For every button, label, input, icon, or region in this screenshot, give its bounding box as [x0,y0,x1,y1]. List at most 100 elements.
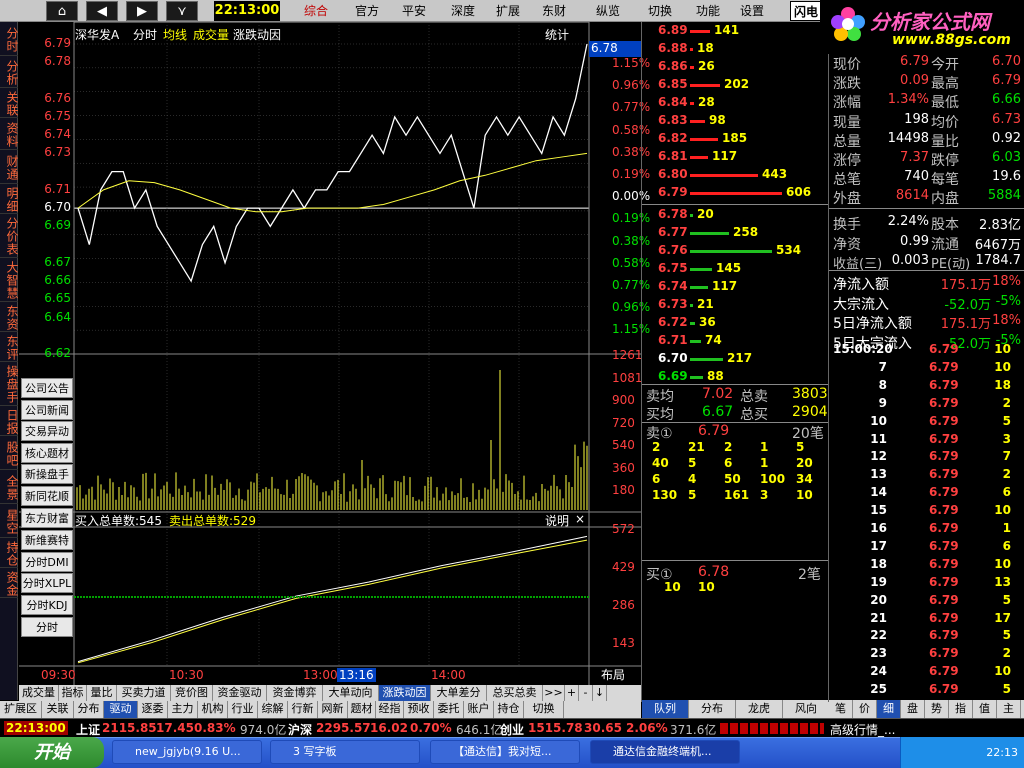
advanced-quote-button[interactable]: 高级行情_... [830,721,895,738]
leftnav-item-0[interactable]: 分时 [0,22,19,56]
indicator-tab-11[interactable]: >> [543,685,565,701]
tick-tab-5[interactable]: 指 [949,700,973,718]
leftnav-item-14[interactable]: 星空 [0,504,19,538]
indicator-tab-2[interactable]: 量比 [87,685,117,701]
side-button-0[interactable]: 公司公告 [21,378,73,398]
leftnav-item-16[interactable]: 资金 [0,568,19,598]
ext-tab-8[interactable]: 综解 [258,701,288,718]
ext-tab-15[interactable]: 账户 [464,701,494,718]
menu-gongneng[interactable]: 功能 [688,1,728,21]
orderbook-tab-3[interactable]: 风向 [783,700,830,718]
stat-button[interactable]: 统计 [545,26,569,43]
indicator-tab-13[interactable]: - [579,685,593,701]
sell-row[interactable]: 6.79 606 [642,184,829,202]
menu-shezhi[interactable]: 设置 [732,1,772,21]
task-folder[interactable]: new_jgjyb(9.16 U... [112,740,262,764]
leftnav-item-3[interactable]: 资料 [0,118,19,150]
side-button-2[interactable]: 交易异动 [21,421,73,441]
tick-tab-7[interactable]: 主 [997,700,1021,718]
flash-trade-button[interactable]: 闪电 [790,1,822,21]
menu-qiehuan[interactable]: 切换 [640,1,680,21]
side-button-5[interactable]: 新同花顺 [21,486,73,506]
menu-zonghe[interactable]: 综合 [292,1,340,21]
home-button[interactable]: ⌂ [46,1,78,21]
leftnav-item-7[interactable]: 大智慧 [0,258,19,302]
side-button-7[interactable]: 新维赛特 [21,530,73,550]
ext-tab-2[interactable]: 分布 [74,701,104,718]
tick-tab-3[interactable]: 盘 [901,700,925,718]
indicator-tab-1[interactable]: 指标 [59,685,87,701]
layout-button[interactable]: 布局 [601,666,625,683]
ext-tab-0[interactable]: 扩展区 [0,701,42,718]
ext-tab-1[interactable]: 关联 [42,701,74,718]
leftnav-item-4[interactable]: 财通 [0,150,19,184]
buy-row[interactable]: 6.75 145 [642,260,829,278]
tick-tab-6[interactable]: 值 [973,700,997,718]
indicator-tab-0[interactable]: 成交量 [19,685,59,701]
buy-row[interactable]: 6.74 117 [642,278,829,296]
menu-zonglan[interactable]: 纵览 [588,1,628,21]
ext-tab-10[interactable]: 网新 [318,701,348,718]
side-button-8[interactable]: 分时DMI [21,552,73,572]
tick-tab-2[interactable]: 细 [877,700,901,718]
leftnav-item-1[interactable]: 分析 [0,56,19,88]
buy-row[interactable]: 6.77 258 [642,224,829,242]
ext-tab-5[interactable]: 主力 [168,701,198,718]
ext-tab-4[interactable]: 逐委 [138,701,168,718]
explain-button[interactable]: 说明 [545,512,569,529]
orderbook-tab-1[interactable]: 分布 [689,700,736,718]
ext-tab-14[interactable]: 委托 [434,701,464,718]
tick-tab-1[interactable]: 价 [853,700,877,718]
leftnav-item-15[interactable]: 持仓 [0,538,19,568]
ext-tab-9[interactable]: 行新 [288,701,318,718]
back-button[interactable]: ◀ [86,1,118,21]
sell-row[interactable]: 6.88 18 [642,40,829,58]
sell-row[interactable]: 6.80 443 [642,166,829,184]
buy-row[interactable]: 6.71 74 [642,332,829,350]
leftnav-item-8[interactable]: 东资 [0,302,19,332]
menu-pingan[interactable]: 平安 [394,1,434,21]
orderbook-tab-0[interactable]: 队列 [642,700,689,718]
ext-tab-16[interactable]: 持仓 [494,701,524,718]
side-button-9[interactable]: 分时XLPL [21,573,73,593]
leftnav-item-12[interactable]: 股吧 [0,436,19,470]
ext-tab-17[interactable]: 切换 [524,701,564,718]
task-wordpad[interactable]: 3 写字板 [270,740,420,764]
side-button-6[interactable]: 东方财富 [21,508,73,528]
ext-tab-11[interactable]: 题材 [348,701,376,718]
indicator-tab-6[interactable]: 资金博弈 [267,685,323,701]
indicator-tab-10[interactable]: 总买总卖 [487,685,543,701]
collapse-button[interactable]: ⋎ [166,1,198,21]
tick-tab-0[interactable]: 笔 [829,700,853,718]
buy-row[interactable]: 6.70 217 [642,350,829,368]
mode-chengjiaoliang[interactable]: 成交量 [193,26,229,43]
buy-row[interactable]: 6.76 534 [642,242,829,260]
indicator-tab-5[interactable]: 资金驱动 [213,685,267,701]
sell-row[interactable]: 6.83 98 [642,112,829,130]
menu-dongcai[interactable]: 东财 [534,1,574,21]
indicator-tab-14[interactable]: ↓ [593,685,607,701]
leftnav-item-10[interactable]: 操盘手 [0,362,19,406]
sell-row[interactable]: 6.81 117 [642,148,829,166]
tick-tab-4[interactable]: 势 [925,700,949,718]
side-button-11[interactable]: 分时MACD [21,617,73,654]
indicator-tab-7[interactable]: 大单动向 [323,685,379,701]
sell-row[interactable]: 6.82 185 [642,130,829,148]
indicator-tab-8[interactable]: 涨跌动因 [379,685,431,701]
menu-shendu[interactable]: 深度 [440,1,486,21]
ext-tab-12[interactable]: 经指 [376,701,404,718]
indicator-tab-4[interactable]: 竞价图 [171,685,213,701]
indicator-tab-12[interactable]: + [565,685,579,701]
side-button-10[interactable]: 分时KDJ [21,595,73,615]
leftnav-item-6[interactable]: 分价表 [0,214,19,258]
ext-tab-3[interactable]: 驱动 [104,701,138,718]
ext-tab-7[interactable]: 行业 [228,701,258,718]
menu-kuozhan[interactable]: 扩展 [488,1,528,21]
close-icon[interactable]: × [575,512,585,526]
indicator-tab-9[interactable]: 大单差分 [431,685,487,701]
leftnav-item-13[interactable]: 全景 [0,470,19,504]
side-button-1[interactable]: 公司新闻 [21,400,73,420]
ext-tab-13[interactable]: 预收 [404,701,434,718]
side-button-3[interactable]: 核心题材 [21,443,73,463]
mode-fenshi[interactable]: 分时 [133,26,157,43]
